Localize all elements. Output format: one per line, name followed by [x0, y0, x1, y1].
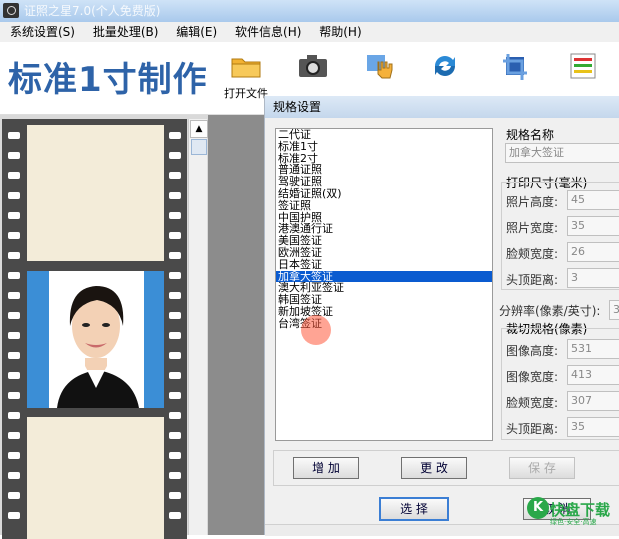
spec-settings-dialog: 规格设置 二代证 标准1寸 标准2寸 普通证照 驾驶证照 结婚证照(双) 签证照… [264, 96, 619, 536]
spec-name-label: 规格名称 [506, 128, 555, 142]
watermark-subtext: 绿色·安全·高速 [550, 518, 597, 526]
menu-edit[interactable]: 编辑(E) [176, 25, 217, 39]
photo-width-label: 照片宽度: [506, 221, 559, 235]
face-width-field[interactable]: 26 [567, 242, 619, 262]
spec-list[interactable]: 二代证 标准1寸 标准2寸 普通证照 驾驶证照 结婚证照(双) 签证照 中国护照… [275, 128, 493, 441]
photo-width-field[interactable]: 35 [567, 216, 619, 236]
color-icon [570, 53, 596, 79]
list-item[interactable]: 标准1寸 [276, 140, 492, 153]
list-item[interactable]: 欧洲签证 [276, 247, 492, 259]
crop-face-width-field[interactable]: 307 [567, 391, 619, 411]
scroll-thumb[interactable] [191, 139, 207, 155]
face-width-label: 脸颊宽度: [506, 247, 559, 261]
watermark-logo-icon: K [527, 497, 549, 519]
resolution-label: 分辨率(像素/英寸): [499, 304, 601, 318]
add-button[interactable]: 增 加 [293, 457, 359, 479]
window-title: 证照之星7.0(个人免费版) [24, 4, 161, 18]
portrait-photo [49, 271, 144, 408]
list-item[interactable]: 日本签证 [276, 258, 492, 271]
film-strip [2, 119, 187, 539]
folder-icon [231, 58, 261, 78]
camera-icon [299, 55, 327, 77]
head-top-field[interactable]: 3 [567, 268, 619, 288]
dialog-title: 规格设置 [273, 100, 322, 114]
image-height-field[interactable]: 531 [567, 339, 619, 359]
menu-bar: 系统设置(S) 批量处理(B) 编辑(E) 软件信息(H) 帮助(H) [0, 22, 619, 42]
film-frame-photo[interactable] [27, 271, 164, 408]
image-width-label: 图像宽度: [506, 370, 559, 384]
image-height-label: 图像高度: [506, 344, 559, 358]
preview-scrollbar[interactable]: ▲ [188, 119, 208, 535]
title-bar: 证照之星7.0(个人免费版) [0, 0, 619, 22]
menu-software-info[interactable]: 软件信息(H) [235, 25, 301, 39]
workspace-area [208, 115, 264, 535]
film-frame-empty-2[interactable] [27, 417, 164, 539]
spec-name-field[interactable]: 加拿大签证 [505, 143, 619, 163]
rotate-icon [435, 56, 455, 77]
click-highlight-cursor [301, 315, 331, 345]
list-item[interactable]: 结婚证照(双) [276, 188, 492, 200]
hand-icon [367, 55, 393, 79]
menu-batch[interactable]: 批量处理(B) [93, 25, 159, 39]
head-top-label: 头顶距离: [506, 273, 559, 287]
brand-title: 标准1寸制作 [8, 60, 208, 100]
crop-face-width-label: 脸颊宽度: [506, 396, 559, 410]
resolution-field[interactable]: 3 [609, 300, 619, 320]
scroll-up-arrow-icon[interactable]: ▲ [190, 120, 208, 138]
select-button[interactable]: 选 择 [379, 497, 449, 521]
menu-system-settings[interactable]: 系统设置(S) [10, 25, 75, 39]
save-button[interactable]: 保 存 [509, 457, 575, 479]
menu-help[interactable]: 帮助(H) [319, 25, 361, 39]
dialog-title-bar: 规格设置 [265, 96, 619, 118]
app-camera-icon [3, 3, 19, 18]
crop-head-top-label: 头顶距离: [506, 422, 559, 436]
photo-height-label: 照片高度: [506, 195, 559, 209]
image-width-field[interactable]: 413 [567, 365, 619, 385]
preview-panel [0, 115, 208, 539]
edit-button[interactable]: 更 改 [401, 457, 467, 479]
film-holes-right [169, 119, 181, 539]
photo-height-field[interactable]: 45 [567, 190, 619, 210]
film-frame-empty[interactable] [27, 125, 164, 261]
film-holes-left [8, 119, 20, 539]
download-site-watermark: K 快盘下载 绿色·安全·高速 [527, 497, 617, 531]
list-item[interactable]: 签证照 [276, 199, 492, 212]
crop-head-top-field[interactable]: 35 [567, 417, 619, 437]
crop-icon [503, 54, 527, 80]
